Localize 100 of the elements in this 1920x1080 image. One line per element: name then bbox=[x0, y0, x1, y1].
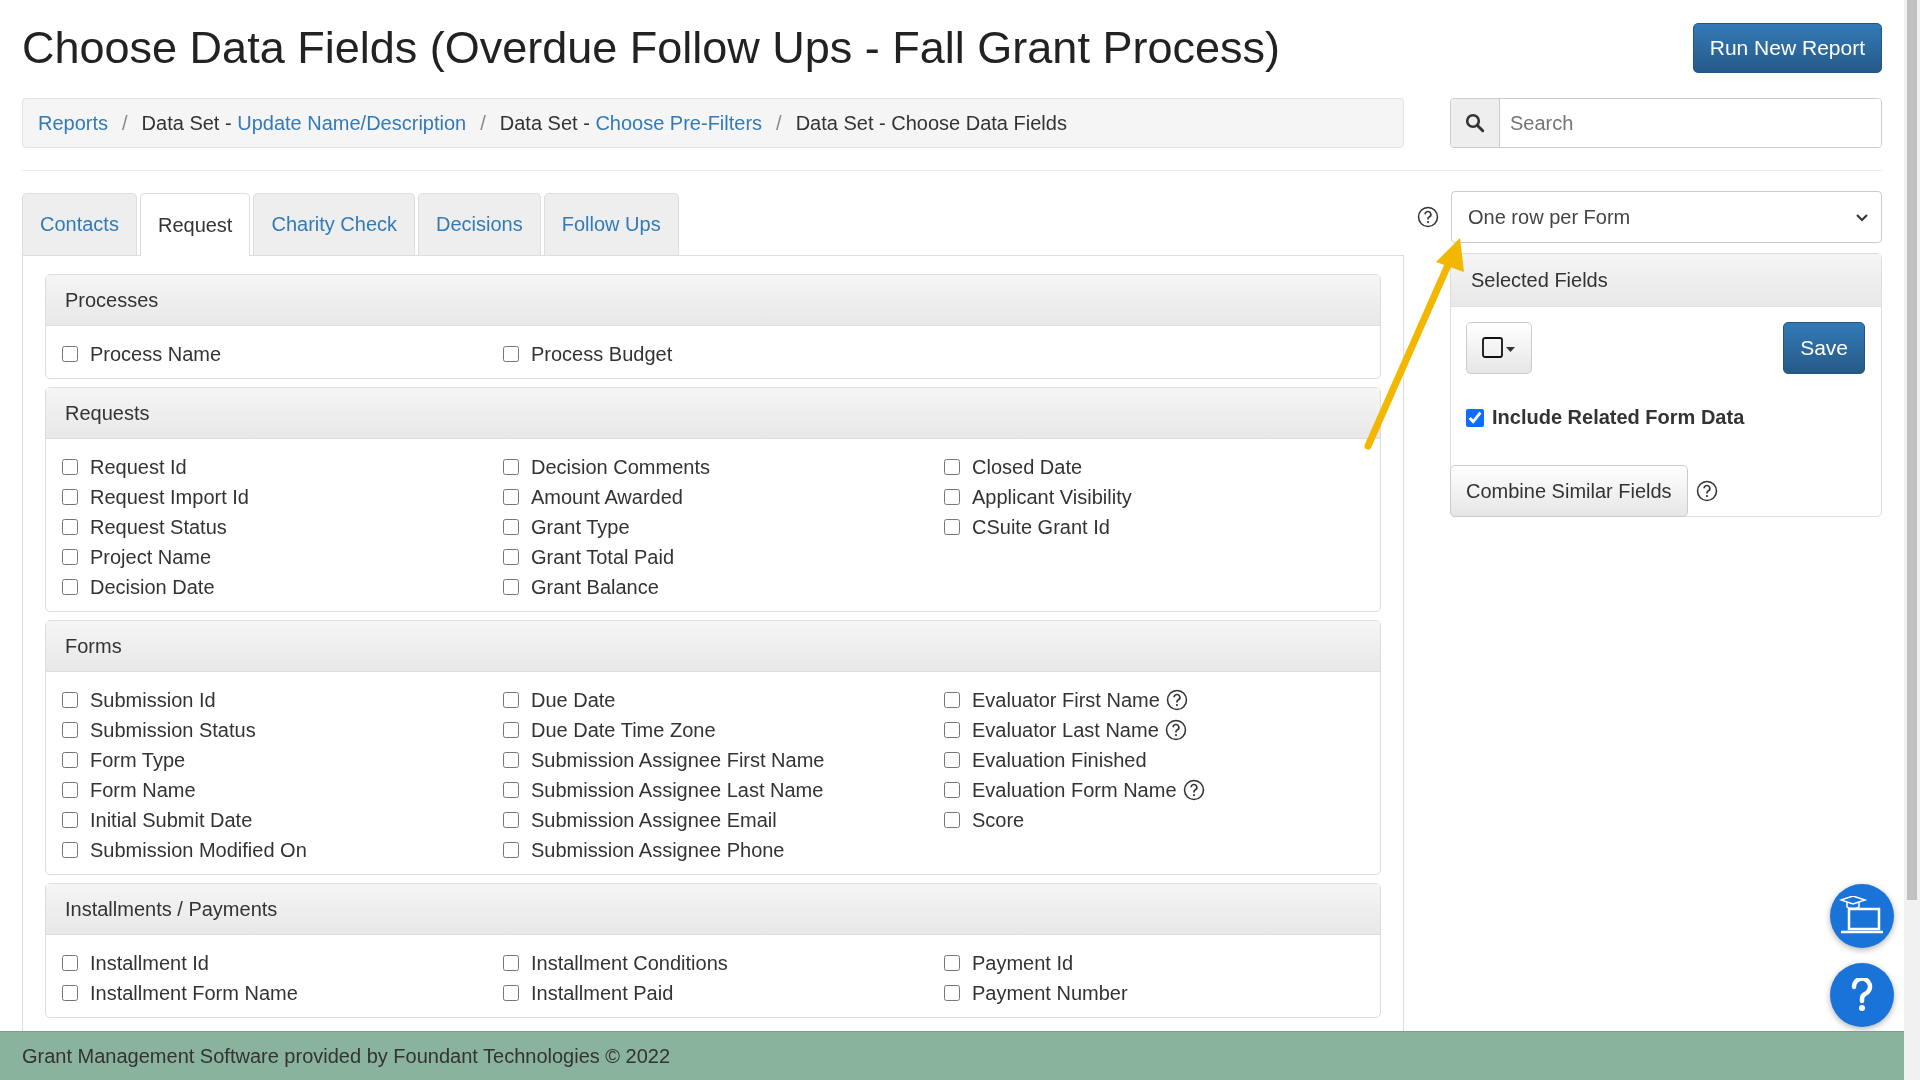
breadcrumb-separator: / bbox=[121, 111, 129, 135]
breadcrumb-link[interactable]: Reports bbox=[38, 111, 109, 135]
field-label: Applicant Visibility bbox=[972, 485, 1132, 509]
field-checkbox[interactable] bbox=[944, 489, 960, 505]
breadcrumb-label: Data Set - bbox=[141, 111, 233, 134]
help-icon[interactable] bbox=[1182, 779, 1205, 801]
field-checkbox[interactable] bbox=[944, 955, 960, 971]
help-icon[interactable] bbox=[1695, 480, 1718, 502]
field-label: Request Import Id bbox=[90, 485, 249, 509]
field-checkbox[interactable] bbox=[503, 519, 519, 535]
field-checkbox[interactable] bbox=[62, 489, 78, 505]
field-checkbox[interactable] bbox=[503, 489, 519, 505]
save-button[interactable]: Save bbox=[1783, 322, 1865, 374]
field-label: Project Name bbox=[90, 545, 212, 569]
field-label: Submission Assignee Last Name bbox=[531, 778, 824, 802]
field-checkbox[interactable] bbox=[62, 549, 78, 565]
field-checkbox[interactable] bbox=[944, 812, 960, 828]
field-checkbox[interactable] bbox=[62, 782, 78, 798]
field-checkbox[interactable] bbox=[944, 752, 960, 768]
field-label: Installment Paid bbox=[531, 981, 674, 1005]
breadcrumb-separator: / bbox=[479, 111, 487, 135]
help-icon[interactable] bbox=[1165, 689, 1188, 711]
field-checkbox[interactable] bbox=[503, 692, 519, 708]
field-checkbox[interactable] bbox=[62, 985, 78, 1001]
group-title: Processes bbox=[65, 288, 159, 312]
field-label: Due Date bbox=[531, 688, 616, 712]
help-icon[interactable] bbox=[1164, 719, 1187, 741]
field-checkbox[interactable] bbox=[944, 985, 960, 1001]
field-checkbox[interactable] bbox=[503, 812, 519, 828]
help-button[interactable] bbox=[1830, 963, 1894, 1027]
include-related-label: Include Related Form Data bbox=[1492, 406, 1745, 429]
field-checkbox[interactable] bbox=[62, 346, 78, 362]
field-label: Evaluator Last Name bbox=[972, 718, 1159, 742]
field-checkbox[interactable] bbox=[503, 985, 519, 1001]
field-checkbox[interactable] bbox=[503, 752, 519, 768]
field-checkbox[interactable] bbox=[503, 346, 519, 362]
tab[interactable]: Charity Check bbox=[253, 193, 416, 255]
field-checkbox[interactable] bbox=[503, 955, 519, 971]
field-label: Submission Assignee Email bbox=[531, 808, 777, 832]
field-checkbox[interactable] bbox=[944, 782, 960, 798]
field-label: Installment Conditions bbox=[531, 951, 728, 975]
group-title: Requests bbox=[65, 401, 150, 425]
field-checkbox[interactable] bbox=[62, 752, 78, 768]
field-checkbox[interactable] bbox=[503, 549, 519, 565]
scrollbar[interactable] bbox=[1904, 0, 1920, 1080]
tab[interactable]: Follow Ups bbox=[543, 193, 679, 255]
field-checkbox[interactable] bbox=[944, 519, 960, 535]
row-mode-dropdown[interactable]: One row per Form bbox=[1451, 191, 1882, 243]
field-label: Grant Total Paid bbox=[531, 545, 675, 569]
group-title: Forms bbox=[65, 634, 122, 658]
tab[interactable]: Contacts bbox=[22, 193, 137, 255]
field-checkbox[interactable] bbox=[503, 842, 519, 858]
search-field[interactable]: Search bbox=[1450, 98, 1882, 148]
field-checkbox[interactable] bbox=[62, 722, 78, 738]
field-checkbox[interactable] bbox=[503, 722, 519, 738]
field-checkbox[interactable] bbox=[944, 722, 960, 738]
help-icon[interactable] bbox=[1417, 206, 1439, 228]
field-label: Evaluation Form Name bbox=[972, 778, 1177, 802]
field-checkbox[interactable] bbox=[62, 459, 78, 475]
field-checkbox[interactable] bbox=[503, 459, 519, 475]
laptop-graduation-cap-icon bbox=[1839, 896, 1885, 936]
field-checkbox[interactable] bbox=[944, 692, 960, 708]
tab[interactable]: Request bbox=[139, 193, 251, 256]
field-checkbox[interactable] bbox=[62, 579, 78, 595]
field-label: Score bbox=[972, 808, 1025, 832]
run-new-report-button[interactable]: Run New Report bbox=[1692, 23, 1882, 73]
field-checkbox[interactable] bbox=[503, 782, 519, 798]
field-label: Evaluation Finished bbox=[972, 748, 1147, 772]
field-label: Payment Number bbox=[972, 981, 1128, 1005]
field-checkbox[interactable] bbox=[62, 842, 78, 858]
footer-text: Grant Management Software provided by Foundant Technologies © 2022 bbox=[22, 1044, 671, 1068]
combine-similar-fields-button[interactable]: Combine Similar Fields bbox=[1450, 465, 1688, 517]
field-checkbox[interactable] bbox=[503, 579, 519, 595]
breadcrumb-separator: / bbox=[775, 111, 783, 135]
chevron-down-icon bbox=[1855, 212, 1869, 222]
field-label: Grant Type bbox=[531, 515, 630, 539]
field-checkbox[interactable] bbox=[944, 459, 960, 475]
breadcrumb-link[interactable]: Choose Pre-Filters bbox=[595, 111, 763, 134]
field-label: Decision Comments bbox=[531, 455, 710, 479]
field-label: Process Name bbox=[90, 342, 222, 366]
field-label: Installment Form Name bbox=[90, 981, 298, 1005]
breadcrumb-link[interactable]: Update Name/Description bbox=[237, 111, 467, 134]
select-all-dropdown[interactable] bbox=[1466, 322, 1532, 374]
field-checkbox[interactable] bbox=[62, 812, 78, 828]
field-label: Grant Balance bbox=[531, 575, 659, 599]
include-related-checkbox[interactable] bbox=[1466, 408, 1484, 427]
field-checkbox[interactable] bbox=[62, 519, 78, 535]
field-label: Payment Id bbox=[972, 951, 1074, 975]
field-label: Amount Awarded bbox=[531, 485, 683, 509]
field-label: Submission Modified On bbox=[90, 838, 307, 862]
field-label: CSuite Grant Id bbox=[972, 515, 1110, 539]
field-label: Installment Id bbox=[90, 951, 209, 975]
field-label: Submission Assignee First Name bbox=[531, 748, 825, 772]
field-checkbox[interactable] bbox=[62, 692, 78, 708]
field-checkbox[interactable] bbox=[62, 955, 78, 971]
training-button[interactable] bbox=[1830, 884, 1894, 948]
tab[interactable]: Decisions bbox=[418, 193, 541, 255]
field-label: Decision Date bbox=[90, 575, 215, 599]
field-label: Request Id bbox=[90, 455, 187, 479]
breadcrumb-label: Data Set - bbox=[499, 111, 591, 134]
